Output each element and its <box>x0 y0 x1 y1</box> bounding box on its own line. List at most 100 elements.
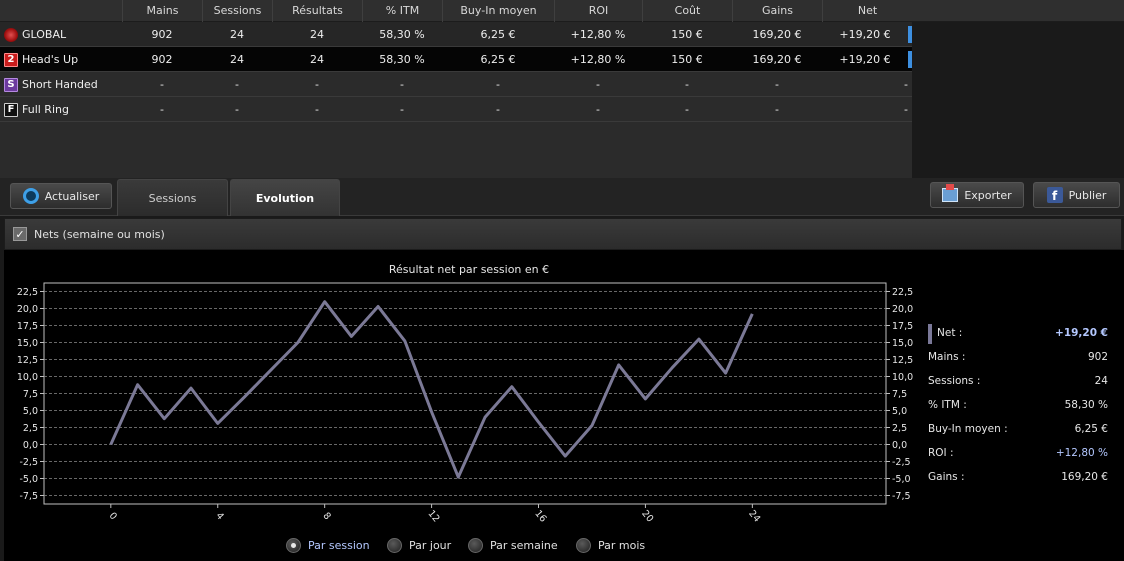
summary-label: ROI : <box>928 447 954 459</box>
cell-roi: - <box>596 78 600 91</box>
y-tick-label: 10,0 <box>892 372 913 383</box>
x-tick-label: 20 <box>639 508 655 524</box>
cell-sessions: - <box>235 103 239 116</box>
chart-panel: Résultat net par session en € 22,5 20,0 17… <box>4 250 1124 561</box>
cell-resultats: - <box>315 78 319 91</box>
radio-par-semaine[interactable]: Par semaine <box>468 538 558 553</box>
y-tick-label: 2,5 <box>23 423 38 434</box>
refresh-label: Actualiser <box>44 189 100 203</box>
cell-sessions: 24 <box>230 28 244 41</box>
summary-value: +19,20 € <box>1055 327 1108 339</box>
cell-cout: 150 € <box>671 28 703 41</box>
radio-dot[interactable] <box>387 538 402 553</box>
radio-par-jour[interactable]: Par jour <box>387 538 451 553</box>
cell-gains: 169,20 € <box>752 53 802 66</box>
short-handed-badge-icon: S <box>4 77 18 92</box>
refresh-icon <box>22 188 39 204</box>
cell-itm: 58,30 % <box>379 28 425 41</box>
refresh-button[interactable]: Actualiser <box>10 183 112 209</box>
y-tick-label: 2,5 <box>892 423 907 434</box>
cell-cout: 150 € <box>671 53 703 66</box>
table-row[interactable]: GLOBAL 902 24 24 58,30 % 6,25 € +12,80 %… <box>0 22 912 47</box>
y-tick-label: 12,5 <box>17 355 38 366</box>
y-tick-label: 20,0 <box>892 304 913 315</box>
summary-sessions: Sessions : 24 <box>928 375 1118 391</box>
cell-sessions: - <box>235 78 239 91</box>
cell-mains: 902 <box>151 53 173 66</box>
summary-value: 6,25 € <box>1074 423 1108 435</box>
y-tick-label: 20,0 <box>17 304 38 315</box>
tab-sessions[interactable]: Sessions <box>117 179 228 216</box>
tab-evolution[interactable]: Evolution <box>230 179 340 216</box>
summary-value: 169,20 € <box>1061 471 1108 483</box>
col-header-itm[interactable]: % ITM <box>362 0 442 22</box>
radio-label: Par session <box>308 539 370 552</box>
net-indicator-bar <box>908 26 912 43</box>
summary-value: 902 <box>1087 351 1108 363</box>
cell-mains: - <box>160 103 164 116</box>
col-header-sessions[interactable]: Sessions <box>202 0 272 22</box>
y-tick-label: 10,0 <box>17 372 38 383</box>
radio-par-session[interactable]: Par session <box>286 538 370 553</box>
y-tick-label: -7,5 <box>19 491 38 502</box>
col-header-resultats[interactable]: Résultats <box>272 0 362 22</box>
cell-net: +19,20 € <box>839 28 891 41</box>
table-row[interactable]: S Short Handed - - - - - - - - - <box>0 72 912 97</box>
full-ring-badge-icon: F <box>4 102 18 117</box>
radio-dot[interactable] <box>468 538 483 553</box>
y-tick-label: 7,5 <box>892 389 907 400</box>
cell-net: +19,20 € <box>839 53 891 66</box>
cell-roi: +12,80 % <box>570 28 626 41</box>
col-header-gains[interactable]: Gains <box>732 0 822 22</box>
cell-gains: - <box>775 103 779 116</box>
summary-gains: Gains : 169,20 € <box>928 471 1118 487</box>
col-header-mains[interactable]: Mains <box>122 0 202 22</box>
publish-button[interactable]: f Publier <box>1033 182 1120 208</box>
cell-cout: - <box>685 103 689 116</box>
summary-label: Gains : <box>928 471 965 483</box>
y-tick-label: 22,5 <box>892 287 913 298</box>
x-tick-label: 0 <box>107 511 119 523</box>
y-axis-left: 22,5 20,0 17,5 15,0 12,5 10,0 7,5 5,0 2,5 0,0 -2,5… <box>17 287 44 502</box>
x-axis: 0 4 8 12 16 20 24 <box>107 504 762 525</box>
table-header: Mains Sessions Résultats % ITM Buy-In mo… <box>0 0 1124 22</box>
y-tick-label: 7,5 <box>23 389 38 400</box>
cell-itm: - <box>400 78 404 91</box>
y-tick-label: 0,0 <box>892 440 907 451</box>
row-name: Short Handed <box>22 78 98 91</box>
y-tick-label: 5,0 <box>892 406 907 417</box>
stats-table: Mains Sessions Résultats % ITM Buy-In mo… <box>0 0 1124 178</box>
cell-resultats: 24 <box>310 53 324 66</box>
radio-dot[interactable] <box>286 538 301 553</box>
summary-mains: Mains : 902 <box>928 351 1118 367</box>
radio-par-mois[interactable]: Par mois <box>576 538 645 553</box>
radio-label: Par mois <box>598 539 646 552</box>
y-tick-label: -7,5 <box>892 491 911 502</box>
nets-checkbox[interactable]: ✓ <box>13 227 27 241</box>
summary-label: Mains : <box>928 351 966 363</box>
radio-dot[interactable] <box>576 538 591 553</box>
x-tick-label: 16 <box>532 508 548 524</box>
net-indicator-bar <box>908 51 912 68</box>
global-icon <box>4 27 18 42</box>
export-button[interactable]: Exporter <box>930 182 1024 208</box>
cell-cout: - <box>685 78 689 91</box>
radio-label: Par jour <box>409 539 452 552</box>
summary-value: +12,80 % <box>1055 447 1108 459</box>
table-row[interactable]: F Full Ring - - - - - - - - - <box>0 97 912 122</box>
table-row[interactable]: 2 Head's Up 902 24 24 58,30 % 6,25 € +12… <box>0 47 912 72</box>
summary-label: Sessions : <box>928 375 981 387</box>
y-tick-label: 0,0 <box>23 440 38 451</box>
col-header-net[interactable]: Net <box>822 0 912 22</box>
y-axis-right: 22,5 20,0 17,5 15,0 12,5 10,0 7,5 5,0 2,5 0,0 -2,5… <box>886 287 913 502</box>
cell-net: - <box>904 78 908 91</box>
col-header-buyin[interactable]: Buy-In moyen <box>442 0 554 22</box>
y-tick-label: 17,5 <box>892 321 913 332</box>
row-name: Full Ring <box>22 103 69 116</box>
col-header-cout[interactable]: Coût <box>642 0 732 22</box>
y-tick-label: 15,0 <box>17 338 38 349</box>
summary-net: Net : +19,20 € <box>928 324 1118 344</box>
col-header-roi[interactable]: ROI <box>554 0 642 22</box>
nets-checkbox-label[interactable]: Nets (semaine ou mois) <box>34 228 165 241</box>
cell-mains: - <box>160 78 164 91</box>
